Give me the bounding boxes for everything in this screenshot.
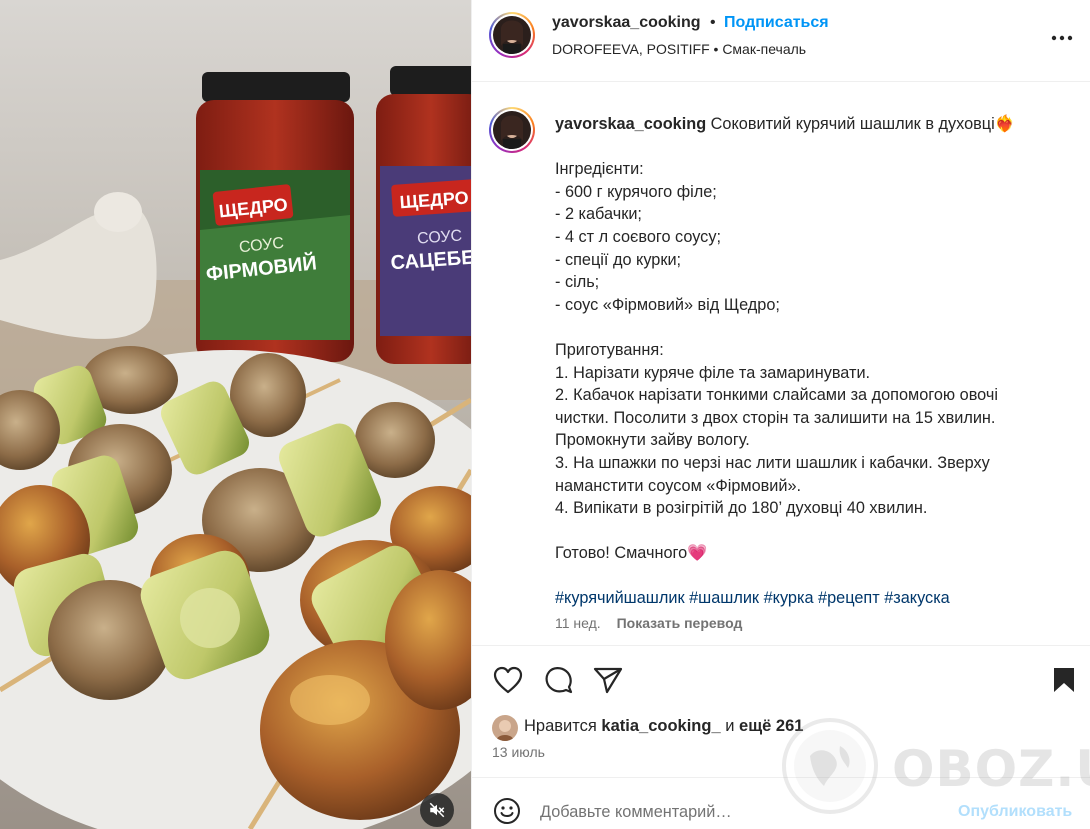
step-line: 1. Нарізати куряче філе та замаринувати.: [555, 363, 871, 382]
publish-button[interactable]: Опубликовать: [958, 803, 1072, 821]
ingredient-item: - 2 кабачки;: [555, 205, 642, 224]
bookmark-icon: [1054, 668, 1074, 692]
post-media[interactable]: ЩЕДРО СОУС ФІРМОВИЙ ЩЕДРО СОУС САЦЕБЕЛ: [0, 0, 471, 829]
comment-input[interactable]: [540, 800, 860, 824]
heart-icon: [493, 666, 523, 694]
mute-button[interactable]: [420, 793, 454, 827]
step-line: чистки. Посолити з двох сторін та залиши…: [555, 408, 996, 427]
author-username[interactable]: yavorskaa_cooking: [552, 14, 701, 32]
more-horizontal-icon: [1051, 35, 1073, 41]
hashtags: #курячийшашлик #шашлик #курка #рецепт #з…: [555, 587, 1065, 610]
smiley-icon: [494, 798, 520, 824]
post-date[interactable]: 13 июль: [492, 744, 545, 760]
pink-heart-emoji: 💗: [687, 544, 708, 563]
hashtag-link[interactable]: #курка: [764, 589, 814, 607]
step-line: наманстити соусом «Фірмовий».: [555, 476, 802, 495]
emoji-button[interactable]: [492, 796, 522, 826]
caption-avatar[interactable]: [489, 107, 535, 153]
post-side-panel: yavorskaa_cooking • Подписаться DOROFEEV…: [471, 0, 1090, 829]
heart-fire-emoji: ❤️‍🔥: [994, 115, 1016, 133]
step-line: Промокнути зайву вологу.: [555, 431, 750, 450]
step-line: 4. Випікати в розігрітій до 180’ духовці…: [555, 499, 928, 518]
ingredient-item: - 4 ст л соєвого соусу;: [555, 227, 721, 246]
hashtag-link[interactable]: #курячийшашлик: [555, 589, 685, 607]
steps-header: Приготування:: [555, 340, 664, 359]
ingredient-item: - сіль;: [555, 273, 600, 292]
liker-avatar[interactable]: [492, 715, 518, 741]
step-line: 2. Кабачок нарізати тонкими слайсами за …: [555, 386, 998, 405]
more-options-button[interactable]: [1050, 26, 1074, 50]
food-photo: ЩЕДРО СОУС ФІРМОВИЙ ЩЕДРО СОУС САЦЕБЕЛ: [0, 0, 471, 829]
share-button[interactable]: [592, 664, 624, 696]
like-button[interactable]: [492, 664, 524, 696]
likes-summary: Нравится katia_cooking_ и ещё 261: [524, 717, 803, 736]
avatar-icon: [493, 111, 531, 149]
post-actions: Нравится katia_cooking_ и ещё 261 13 июл…: [472, 645, 1090, 777]
jar-type: СОУС: [417, 227, 463, 247]
translate-button[interactable]: Показать перевод: [617, 615, 743, 631]
step-line: 3. На шпажки по черзі нас лити шашлик і …: [555, 453, 990, 472]
speaker-muted-icon: [429, 802, 445, 818]
likes-prefix: Нравится: [524, 717, 597, 735]
likes-middle: и: [725, 717, 735, 735]
ingredient-item: - спеції до курки;: [555, 250, 682, 269]
author-avatar[interactable]: [489, 12, 535, 58]
liker-username[interactable]: katia_cooking_: [601, 717, 720, 735]
follow-button[interactable]: Подписаться: [724, 14, 829, 32]
separator-dot: •: [710, 14, 716, 31]
closing-text: Готово! Смачного: [555, 544, 688, 563]
likes-count[interactable]: ещё 261: [739, 717, 803, 735]
post-header: yavorskaa_cooking • Подписаться DOROFEEV…: [472, 0, 1090, 82]
ingredient-item: - соус «Фірмовий» від Щедро;: [555, 295, 780, 314]
post-age[interactable]: 11 нед.: [555, 615, 601, 631]
caption-username[interactable]: yavorskaa_cooking: [555, 115, 706, 133]
avatar-icon: [492, 715, 518, 741]
avatar-icon: [493, 16, 531, 54]
comment-bar: Опубликовать: [472, 777, 1090, 829]
post-caption: yavorskaa_cooking Соковитий курячий шашл…: [472, 83, 1090, 645]
save-button[interactable]: [1048, 664, 1080, 696]
audio-track[interactable]: DOROFEEVA, POSITIFF • Смак-печаль: [552, 41, 806, 57]
caption-text: yavorskaa_cooking Соковитий курячий шашл…: [555, 113, 1065, 610]
hashtag-link[interactable]: #закуска: [884, 589, 950, 607]
paper-plane-icon: [593, 667, 623, 694]
hashtag-link[interactable]: #шашлик: [689, 589, 759, 607]
ingredient-item: - 600 г курячого філе;: [555, 182, 717, 201]
caption-meta: 11 нед. Показать перевод: [555, 615, 742, 631]
comment-bubble-icon: [545, 667, 573, 694]
caption-title: Соковитий курячий шашлик в духовці: [710, 115, 995, 133]
comment-button[interactable]: [542, 664, 574, 696]
ingredients-header: Інгредієнти:: [555, 160, 644, 179]
hashtag-link[interactable]: #рецепт: [818, 589, 880, 607]
